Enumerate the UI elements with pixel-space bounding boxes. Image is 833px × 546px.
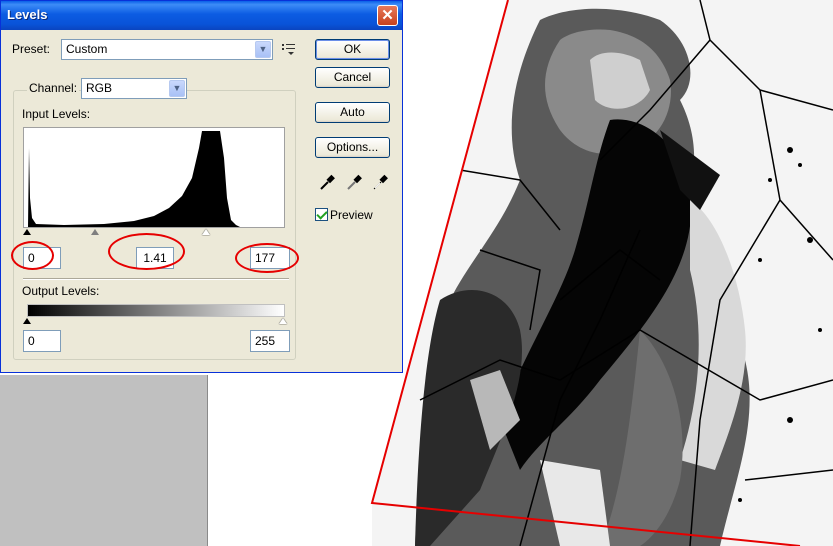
chevron-down-icon[interactable]: ▼ — [255, 41, 271, 58]
preset-value: Custom — [66, 42, 108, 56]
chevron-down-icon[interactable]: ▼ — [169, 80, 185, 97]
auto-button[interactable]: Auto — [315, 102, 390, 123]
histogram — [23, 127, 285, 228]
output-gradient-bar — [27, 304, 285, 317]
input-gamma-slider[interactable] — [91, 229, 99, 235]
options-button[interactable]: Options... — [315, 137, 390, 158]
levels-divider — [23, 278, 289, 280]
output-black-field[interactable]: 0 — [23, 330, 61, 352]
annotation-ring-black — [11, 241, 54, 270]
output-levels-label: Output Levels: — [22, 284, 100, 298]
output-white-slider[interactable] — [279, 318, 287, 324]
channel-select[interactable]: RGB ▼ — [81, 78, 187, 99]
levels-dialog: Levels ✕ Preset: Custom ▼ Channel: RGB ▼… — [0, 0, 403, 373]
gray-eyedropper-icon[interactable] — [346, 173, 362, 191]
annotation-ring-gamma — [108, 233, 185, 270]
input-black-slider[interactable] — [23, 229, 31, 235]
histogram-graph — [28, 131, 240, 227]
channel-value: RGB — [86, 81, 113, 95]
cancel-button[interactable]: Cancel — [315, 67, 390, 88]
ok-button[interactable]: OK — [315, 39, 390, 60]
channel-label: Channel: — [27, 81, 80, 95]
output-black-slider[interactable] — [23, 318, 31, 324]
close-icon[interactable]: ✕ — [377, 5, 398, 26]
preview-label: Preview — [330, 208, 373, 222]
dialog-titlebar[interactable]: Levels ✕ — [1, 1, 402, 30]
input-white-slider[interactable] — [202, 229, 210, 235]
dialog-title: Levels — [7, 7, 48, 22]
preset-options-icon[interactable] — [282, 43, 296, 55]
shattered-portrait-image — [372, 0, 833, 546]
black-eyedropper-icon[interactable] — [319, 173, 335, 191]
input-levels-label: Input Levels: — [22, 107, 91, 121]
output-white-field[interactable]: 255 — [250, 330, 290, 352]
preset-select[interactable]: Custom ▼ — [61, 39, 273, 60]
preview-checkbox[interactable] — [315, 208, 328, 221]
white-eyedropper-icon[interactable] — [372, 173, 388, 191]
preset-label: Preset: — [12, 42, 51, 56]
annotation-ring-white — [235, 243, 299, 273]
